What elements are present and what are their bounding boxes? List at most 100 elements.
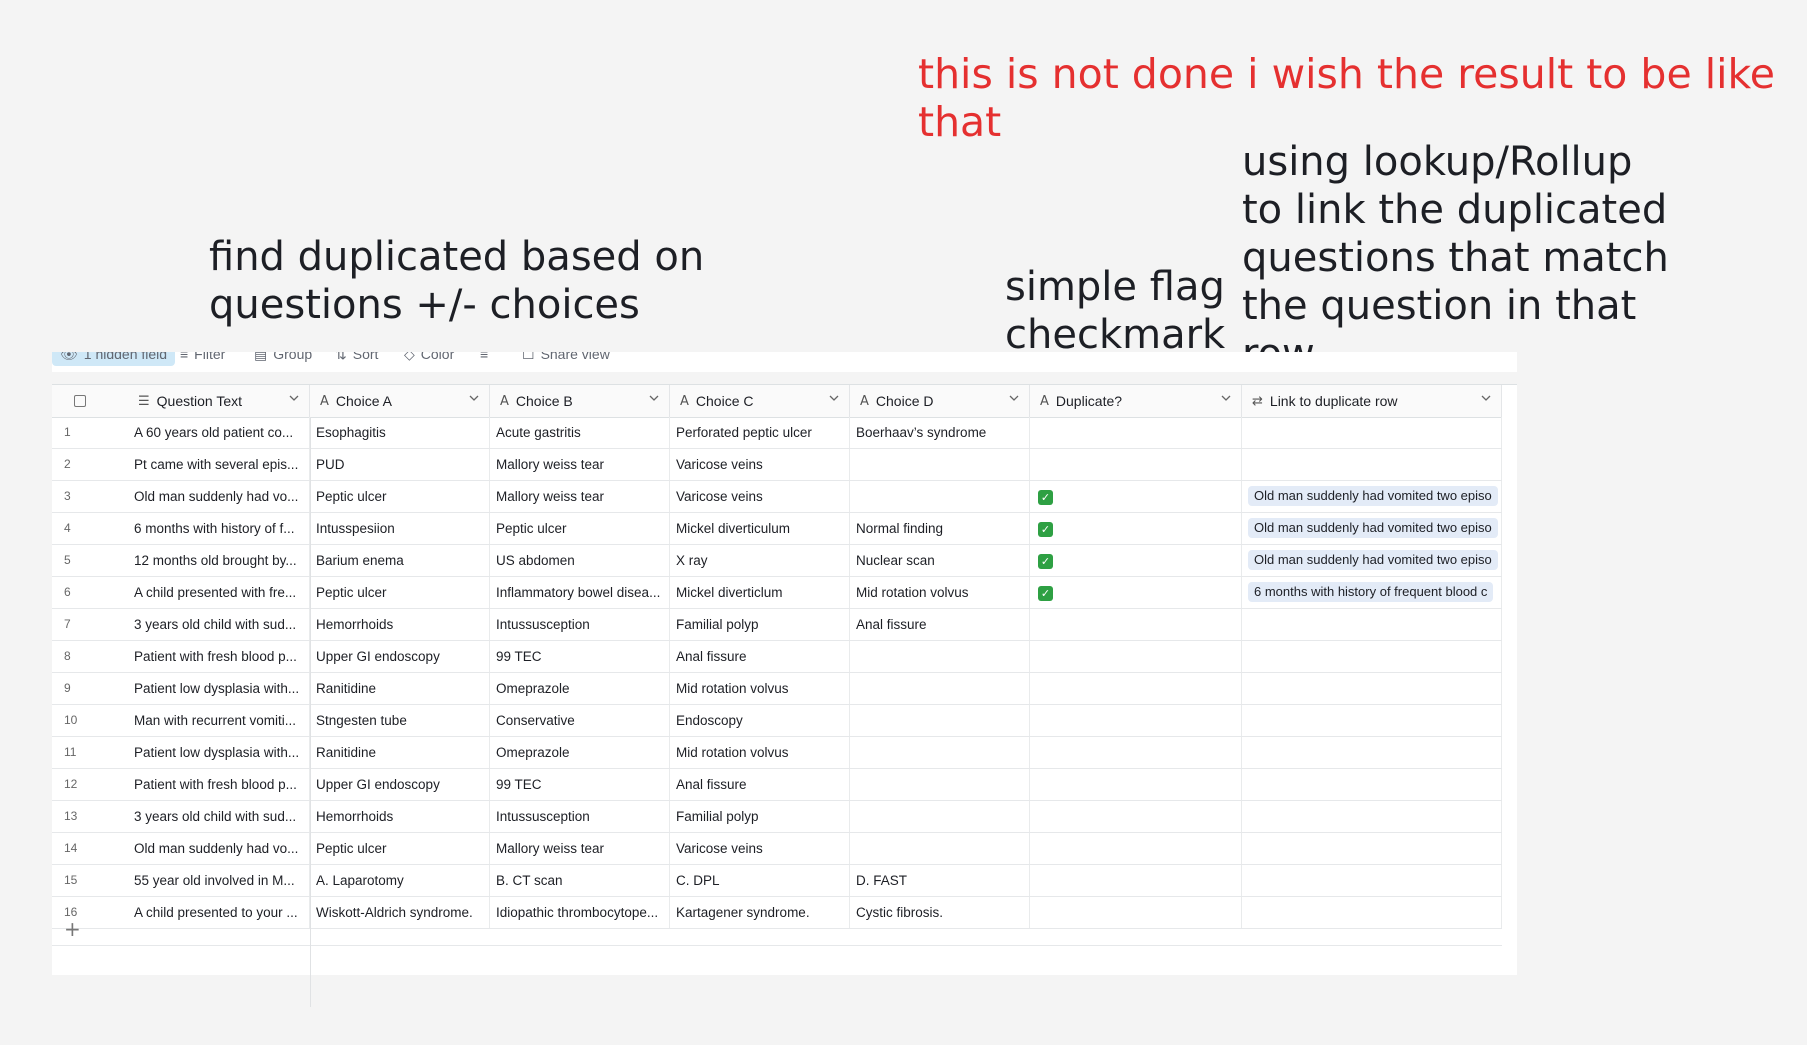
cell-duplicate[interactable]: ✓ bbox=[1030, 545, 1242, 576]
cell-link[interactable] bbox=[1242, 865, 1502, 896]
cell-question[interactable]: 55 year old involved in M... bbox=[128, 865, 310, 896]
cell-choice-a[interactable]: PUD bbox=[310, 449, 490, 480]
cell-choice-a[interactable]: Peptic ulcer bbox=[310, 833, 490, 864]
cell-choice-b[interactable]: Acute gastritis bbox=[490, 417, 670, 448]
cell-choice-b[interactable]: Peptic ulcer bbox=[490, 513, 670, 544]
chevron-down-icon[interactable] bbox=[1009, 393, 1019, 403]
cell-question[interactable]: Patient low dysplasia with... bbox=[128, 673, 310, 704]
cell-duplicate[interactable] bbox=[1030, 769, 1242, 800]
column-header-choice-d[interactable]: A Choice D bbox=[850, 385, 1030, 417]
cell-question[interactable]: Old man suddenly had vo... bbox=[128, 833, 310, 864]
cell-question[interactable]: Patient with fresh blood p... bbox=[128, 641, 310, 672]
cell-choice-d[interactable] bbox=[850, 801, 1030, 832]
cell-choice-a[interactable]: Esophagitis bbox=[310, 417, 490, 448]
add-row-bar[interactable]: + bbox=[52, 913, 1502, 946]
cell-duplicate[interactable] bbox=[1030, 417, 1242, 448]
cell-choice-a[interactable]: Peptic ulcer bbox=[310, 577, 490, 608]
select-all-checkbox[interactable] bbox=[74, 395, 86, 407]
cell-question[interactable]: Old man suddenly had vo... bbox=[128, 481, 310, 512]
cell-choice-d[interactable] bbox=[850, 481, 1030, 512]
table-row[interactable]: 6 A child presented with fre... Peptic ulc… bbox=[52, 577, 1502, 609]
chevron-down-icon[interactable] bbox=[649, 393, 659, 403]
cell-choice-d[interactable]: D. FAST bbox=[850, 865, 1030, 896]
cell-choice-c[interactable]: Anal fissure bbox=[670, 769, 850, 800]
cell-choice-b[interactable]: Conservative bbox=[490, 705, 670, 736]
table-row[interactable]: 11 Patient low dysplasia with... Ranitidin… bbox=[52, 737, 1502, 769]
cell-link[interactable] bbox=[1242, 833, 1502, 864]
chevron-down-icon[interactable] bbox=[829, 393, 839, 403]
cell-choice-d[interactable] bbox=[850, 673, 1030, 704]
cell-duplicate[interactable] bbox=[1030, 737, 1242, 768]
cell-choice-d[interactable]: Nuclear scan bbox=[850, 545, 1030, 576]
cell-choice-a[interactable]: Peptic ulcer bbox=[310, 481, 490, 512]
cell-link[interactable] bbox=[1242, 417, 1502, 448]
cell-question[interactable]: Patient low dysplasia with... bbox=[128, 737, 310, 768]
cell-choice-d[interactable] bbox=[850, 737, 1030, 768]
cell-duplicate[interactable] bbox=[1030, 705, 1242, 736]
cell-choice-b[interactable]: US abdomen bbox=[490, 545, 670, 576]
cell-link[interactable] bbox=[1242, 449, 1502, 480]
cell-duplicate[interactable] bbox=[1030, 801, 1242, 832]
table-row[interactable]: 1 A 60 years old patient co... Esophagitis… bbox=[52, 417, 1502, 449]
cell-choice-b[interactable]: Omeprazole bbox=[490, 673, 670, 704]
cell-link[interactable]: Old man suddenly had vomited two episo bbox=[1242, 545, 1502, 576]
hidden-fields-button[interactable]: 👁 1 hidden field bbox=[52, 352, 176, 366]
chevron-down-icon[interactable] bbox=[1221, 393, 1231, 403]
cell-duplicate[interactable]: ✓ bbox=[1030, 513, 1242, 544]
cell-choice-c[interactable]: X ray bbox=[670, 545, 850, 576]
cell-choice-c[interactable]: Mickel diverticlum bbox=[670, 577, 850, 608]
column-header-choice-b[interactable]: A Choice B bbox=[490, 385, 670, 417]
cell-link[interactable] bbox=[1242, 737, 1502, 768]
cell-choice-a[interactable]: Intusspesiion bbox=[310, 513, 490, 544]
cell-duplicate[interactable]: ✓ bbox=[1030, 577, 1242, 608]
group-button[interactable]: ▤ Group bbox=[254, 352, 312, 364]
cell-choice-d[interactable]: Mid rotation volvus bbox=[850, 577, 1030, 608]
cell-duplicate[interactable]: ✓ bbox=[1030, 481, 1242, 512]
cell-duplicate[interactable] bbox=[1030, 609, 1242, 640]
cell-link[interactable]: Old man suddenly had vomited two episo bbox=[1242, 481, 1502, 512]
cell-link[interactable] bbox=[1242, 801, 1502, 832]
sort-button[interactable]: ⇅ Sort bbox=[335, 352, 378, 364]
cell-choice-a[interactable]: Upper GI endoscopy bbox=[310, 641, 490, 672]
cell-choice-a[interactable]: A. Laparotomy bbox=[310, 865, 490, 896]
cell-choice-c[interactable]: Mickel diverticulum bbox=[670, 513, 850, 544]
table-row[interactable]: 10 Man with recurrent vomiti... Stngesten … bbox=[52, 705, 1502, 737]
cell-question[interactable]: A child presented with fre... bbox=[128, 577, 310, 608]
table-row[interactable]: 15 55 year old involved in M... A. Laparot… bbox=[52, 865, 1502, 897]
cell-question[interactable]: Pt came with several epis... bbox=[128, 449, 310, 480]
cell-choice-c[interactable]: Mid rotation volvus bbox=[670, 737, 850, 768]
cell-link[interactable] bbox=[1242, 705, 1502, 736]
cell-choice-b[interactable]: Mallory weiss tear bbox=[490, 449, 670, 480]
cell-link[interactable]: 6 months with history of frequent blood … bbox=[1242, 577, 1502, 608]
table-row[interactable]: 13 3 years old child with sud... Hemorrhoi… bbox=[52, 801, 1502, 833]
linked-record-pill[interactable]: 6 months with history of frequent blood … bbox=[1248, 582, 1494, 602]
cell-choice-c[interactable]: Endoscopy bbox=[670, 705, 850, 736]
cell-choice-c[interactable]: Perforated peptic ulcer bbox=[670, 417, 850, 448]
cell-link[interactable] bbox=[1242, 673, 1502, 704]
cell-duplicate[interactable] bbox=[1030, 833, 1242, 864]
table-row[interactable]: 7 3 years old child with sud... Hemorrhoid… bbox=[52, 609, 1502, 641]
cell-link[interactable] bbox=[1242, 609, 1502, 640]
cell-choice-b[interactable]: 99 TEC bbox=[490, 769, 670, 800]
cell-choice-b[interactable]: Inflammatory bowel disea... bbox=[490, 577, 670, 608]
cell-duplicate[interactable] bbox=[1030, 449, 1242, 480]
cell-link[interactable] bbox=[1242, 769, 1502, 800]
cell-choice-b[interactable]: Omeprazole bbox=[490, 737, 670, 768]
cell-choice-a[interactable]: Upper GI endoscopy bbox=[310, 769, 490, 800]
cell-choice-a[interactable]: Barium enema bbox=[310, 545, 490, 576]
table-row[interactable]: 2 Pt came with several epis... PUD Mallory … bbox=[52, 449, 1502, 481]
cell-choice-d[interactable] bbox=[850, 769, 1030, 800]
table-row[interactable]: 5 12 months old brought by... Barium enema… bbox=[52, 545, 1502, 577]
cell-duplicate[interactable] bbox=[1030, 865, 1242, 896]
linked-record-pill[interactable]: Old man suddenly had vomited two episo bbox=[1248, 486, 1498, 506]
share-view-button[interactable]: ☐ Share view bbox=[522, 352, 610, 364]
chevron-down-icon[interactable] bbox=[1481, 393, 1491, 403]
cell-question[interactable]: A 60 years old patient co... bbox=[128, 417, 310, 448]
cell-choice-c[interactable]: Varicose veins bbox=[670, 833, 850, 864]
table-row[interactable]: 8 Patient with fresh blood p... Upper GI e… bbox=[52, 641, 1502, 673]
cell-question[interactable]: 6 months with history of f... bbox=[128, 513, 310, 544]
cell-choice-b[interactable]: Intussusception bbox=[490, 801, 670, 832]
linked-record-pill[interactable]: Old man suddenly had vomited two episo bbox=[1248, 518, 1498, 538]
cell-choice-c[interactable]: Mid rotation volvus bbox=[670, 673, 850, 704]
column-header-link[interactable]: ⇄ Link to duplicate row bbox=[1242, 385, 1502, 417]
